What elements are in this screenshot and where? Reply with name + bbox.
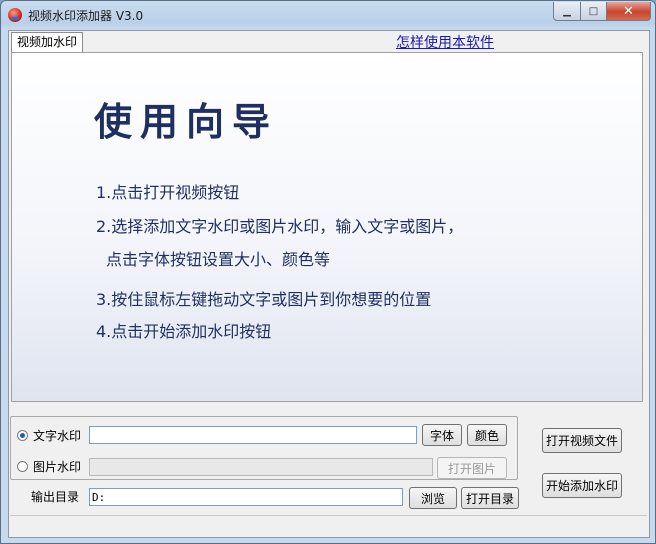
output-dir-input[interactable]: D:: [89, 488, 403, 506]
guide-title: 使用向导: [94, 99, 279, 144]
guide-panel: 使用向导 1.点击打开视频按钮 2.选择添加文字水印或图片水印，输入文字或图片，…: [11, 52, 643, 402]
status-bar: [10, 515, 647, 535]
text-watermark-radio[interactable]: [17, 430, 28, 441]
guide-step-2: 2.选择添加文字水印或图片水印，输入文字或图片，: [96, 217, 464, 236]
help-link[interactable]: 怎样使用本软件: [396, 32, 494, 52]
guide-step-1: 1.点击打开视频按钮: [96, 183, 240, 202]
open-image-button[interactable]: 打开图片: [437, 457, 507, 479]
output-dir-label: 输出目录: [31, 490, 80, 504]
image-watermark-label: 图片水印: [33, 460, 82, 474]
open-video-button[interactable]: 打开视频文件: [542, 428, 622, 453]
guide-step-3: 3.按住鼠标左键拖动文字或图片到你想要的位置: [96, 290, 432, 309]
tab-video-watermark[interactable]: 视频加水印: [11, 32, 84, 52]
title-bar[interactable]: 视频水印添加器 V3.0 ▁ □ ✕: [1, 1, 655, 29]
open-output-dir-button[interactable]: 打开目录: [461, 487, 519, 509]
text-watermark-label: 文字水印: [33, 429, 82, 443]
close-button[interactable]: ✕: [607, 2, 651, 21]
watermark-text-input[interactable]: [89, 426, 417, 444]
guide-step-4: 4.点击开始添加水印按钮: [96, 322, 272, 341]
color-button[interactable]: 颜色: [467, 424, 507, 446]
watermark-image-input[interactable]: [89, 458, 433, 476]
start-watermark-button[interactable]: 开始添加水印: [542, 473, 622, 498]
font-button[interactable]: 字体: [422, 424, 462, 446]
guide-step-2-cont: 点击字体按钮设置大小、颜色等: [106, 250, 331, 269]
caption-buttons: ▁ □ ✕: [553, 2, 651, 21]
browse-button[interactable]: 浏览: [409, 487, 457, 509]
minimize-button[interactable]: ▁: [553, 2, 581, 21]
client-area: 视频加水印 怎样使用本软件 使用向导 1.点击打开视频按钮 2.选择添加文字水印…: [8, 30, 650, 538]
minimize-icon: ▁: [563, 5, 571, 17]
app-window: 视频水印添加器 V3.0 ▁ □ ✕ 视频加水印 怎样使用本软件 使用向导 1.…: [0, 0, 656, 544]
close-icon: ✕: [623, 3, 634, 19]
maximize-icon: □: [588, 5, 599, 17]
window-title: 视频水印添加器 V3.0: [28, 9, 144, 23]
app-logo-icon: [8, 8, 22, 22]
maximize-button[interactable]: □: [581, 2, 607, 21]
image-watermark-radio[interactable]: [17, 461, 28, 472]
